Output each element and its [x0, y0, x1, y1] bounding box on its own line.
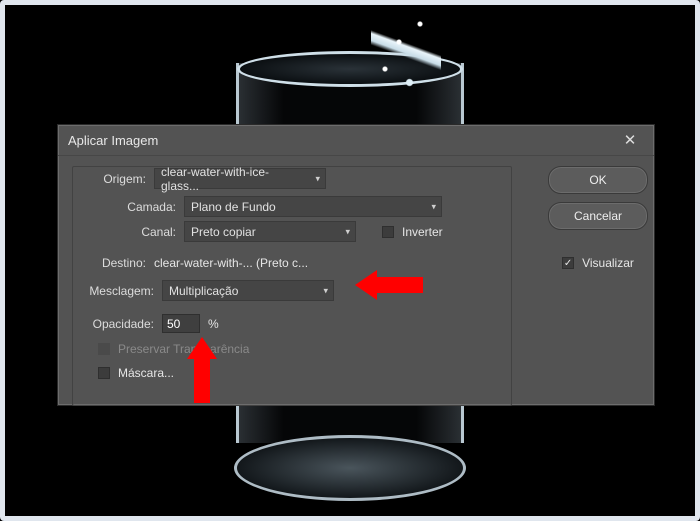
app-frame: Aplicar Imagem ✕ Origem: clear-water-wit…: [0, 0, 700, 521]
opacity-input[interactable]: 50: [162, 314, 200, 333]
annotation-arrow-opacity: [187, 337, 217, 403]
ok-button[interactable]: OK: [548, 166, 648, 194]
chevron-down-icon: ▾: [323, 285, 328, 296]
close-icon: ✕: [624, 131, 637, 149]
invert-checkbox[interactable]: [382, 226, 394, 238]
preview-label: Visualizar: [582, 256, 634, 270]
invert-label: Inverter: [402, 225, 443, 239]
mask-label: Máscara...: [118, 366, 174, 380]
blend-value: Multiplicação: [169, 284, 238, 298]
channel-label: Canal:: [122, 225, 176, 239]
opacity-unit: %: [208, 317, 219, 331]
target-label: Destino:: [92, 256, 146, 270]
source-label: Origem:: [86, 172, 146, 186]
layer-select[interactable]: Plano de Fundo ▾: [184, 196, 442, 217]
preserve-label: Preservar Transparência: [118, 342, 249, 356]
blend-label: Mesclagem:: [80, 284, 154, 298]
layer-value: Plano de Fundo: [191, 200, 276, 214]
dialog-titlebar[interactable]: Aplicar Imagem ✕: [58, 125, 654, 156]
chevron-down-icon: ▾: [431, 201, 436, 212]
cancel-button[interactable]: Cancelar: [548, 202, 648, 230]
source-select[interactable]: clear-water-with-ice-glass... ▾: [154, 168, 326, 189]
opacity-label: Opacidade:: [80, 317, 154, 331]
target-value: clear-water-with-... (Preto c...: [154, 256, 308, 270]
layer-label: Camada:: [122, 200, 176, 214]
chevron-down-icon: ▾: [315, 173, 320, 184]
mask-checkbox[interactable]: [98, 367, 110, 379]
chevron-down-icon: ▾: [345, 226, 350, 237]
source-value: clear-water-with-ice-glass...: [161, 165, 307, 193]
channel-value: Preto copiar: [191, 225, 256, 239]
close-button[interactable]: ✕: [616, 126, 644, 154]
annotation-arrow-blend: [355, 270, 423, 300]
channel-select[interactable]: Preto copiar ▾: [184, 221, 356, 242]
blend-select[interactable]: Multiplicação ▾: [162, 280, 334, 301]
preserve-checkbox: [98, 343, 110, 355]
opacity-value: 50: [167, 317, 180, 331]
apply-image-dialog: Aplicar Imagem ✕ Origem: clear-water-wit…: [57, 124, 655, 406]
preview-checkbox[interactable]: ✓: [562, 257, 574, 269]
dialog-title: Aplicar Imagem: [68, 133, 616, 148]
